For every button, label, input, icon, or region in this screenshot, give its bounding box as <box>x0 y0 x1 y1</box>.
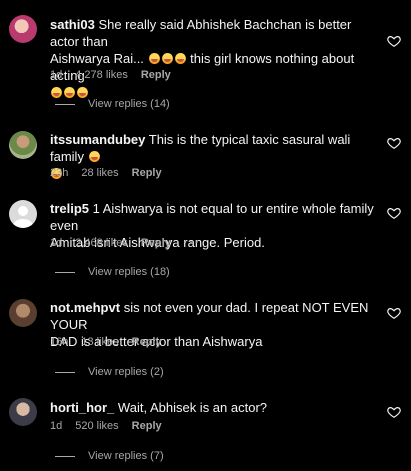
laughing-emoji-icon <box>161 53 173 64</box>
comment-text-line2: Aishwarya Rai... <box>50 51 144 66</box>
laughing-emoji-icon <box>64 87 75 98</box>
default-avatar-silhouette <box>13 206 33 228</box>
reply-button[interactable]: Reply <box>132 167 162 179</box>
comment-meta: 1d 520 likes Reply <box>50 420 162 432</box>
comment-meta: 23h 28 likes Reply <box>50 167 162 179</box>
reply-button[interactable]: Reply <box>132 420 162 432</box>
view-replies-label: View replies (2) <box>88 366 164 378</box>
comment-text: Wait, Abhisek is an actor? <box>117 400 268 415</box>
heart-outline-icon[interactable] <box>387 34 401 48</box>
like-count[interactable]: 2,468 likes <box>75 237 128 249</box>
view-replies-button[interactable]: View replies (18) <box>55 266 170 278</box>
comment-username[interactable]: horti_hor_ <box>50 400 114 415</box>
like-count[interactable]: 28 likes <box>81 167 118 179</box>
view-replies-label: View replies (7) <box>88 450 164 462</box>
avatar[interactable] <box>9 398 37 426</box>
reply-button[interactable]: Reply <box>141 69 171 81</box>
laughing-emoji-icon <box>77 87 88 98</box>
like-count[interactable]: 4,278 likes <box>75 69 128 81</box>
comment-time: 1d <box>50 237 63 249</box>
comment-time: 23h <box>50 167 69 179</box>
comment-body: sathi03 She really said Abhishek Bachcha… <box>50 16 380 101</box>
view-replies-button[interactable]: View replies (7) <box>55 450 164 462</box>
heart-outline-icon[interactable] <box>387 136 401 150</box>
view-replies-button[interactable]: View replies (2) <box>55 366 164 378</box>
replies-divider <box>55 103 75 105</box>
laughing-emoji-icon <box>148 53 160 64</box>
like-count[interactable]: 520 likes <box>75 420 118 432</box>
heart-outline-icon[interactable] <box>387 405 401 419</box>
laughing-emoji-icon <box>51 87 62 98</box>
default-avatar-icon[interactable] <box>9 200 37 228</box>
comment-username[interactable]: sathi03 <box>50 17 95 32</box>
more-options-icon[interactable]: ··· <box>184 237 201 249</box>
comment-username[interactable]: itssumandubey <box>50 132 145 147</box>
reply-button[interactable]: Reply <box>141 237 171 249</box>
reply-button[interactable]: Reply <box>132 336 162 348</box>
avatar[interactable] <box>9 131 37 159</box>
like-count[interactable]: 13 likes <box>81 336 118 348</box>
comment-time: 16h <box>50 336 69 348</box>
comment-body: horti_hor_ Wait, Abhisek is an actor? <box>50 399 380 416</box>
replies-divider <box>55 455 75 457</box>
laughing-emoji-icon <box>88 151 100 162</box>
avatar[interactable] <box>9 299 37 327</box>
avatar[interactable] <box>9 15 37 43</box>
comment-username[interactable]: trelip5 <box>50 201 89 216</box>
comment-meta: 1d 2,468 likes Reply ··· <box>50 237 201 249</box>
comment-meta: 1d 4,278 likes Reply <box>50 69 171 81</box>
replies-divider <box>55 371 75 373</box>
view-replies-label: View replies (18) <box>88 266 170 278</box>
view-replies-button[interactable]: View replies (14) <box>55 98 170 110</box>
replies-divider <box>55 271 75 273</box>
comment-meta: 16h 13 likes Reply <box>50 336 162 348</box>
comment-text: She really said Abhishek Bachchan is bet… <box>50 17 352 49</box>
comment-text: 1 Aishwarya is not equal to ur entire wh… <box>50 201 374 233</box>
heart-outline-icon[interactable] <box>387 306 401 320</box>
heart-outline-icon[interactable] <box>387 206 401 220</box>
comment-time: 1d <box>50 69 63 81</box>
comment-username[interactable]: not.mehpvt <box>50 300 120 315</box>
view-replies-label: View replies (14) <box>88 98 170 110</box>
comment-time: 1d <box>50 420 63 432</box>
laughing-emoji-icon <box>174 53 186 64</box>
